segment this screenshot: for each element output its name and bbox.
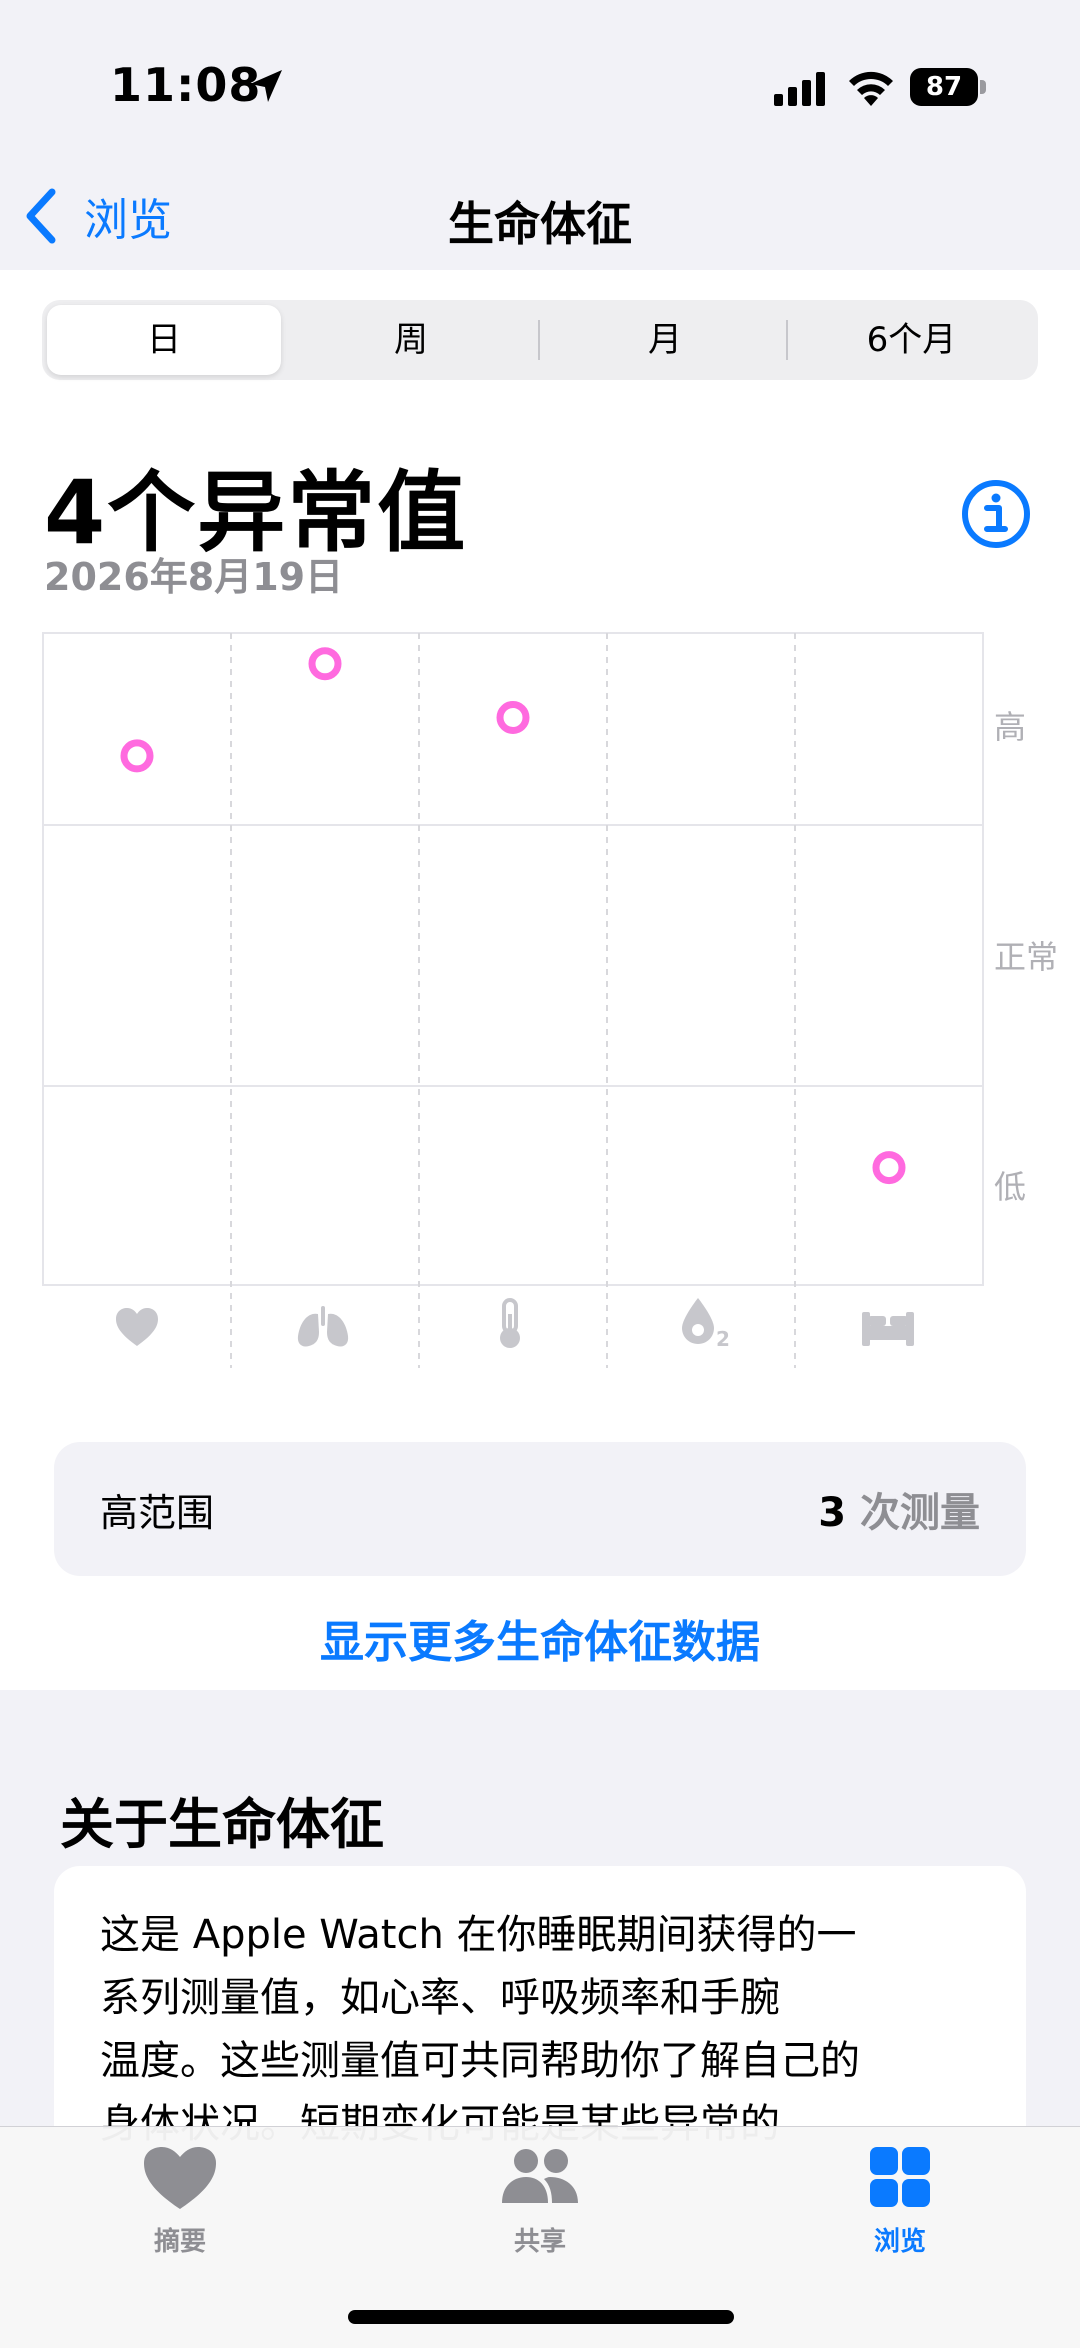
info-icon[interactable] — [960, 478, 1032, 550]
y-label-low: 低 — [994, 1168, 1026, 1206]
measurement-count: 3 次测量 — [818, 1480, 980, 1538]
wifi-icon — [849, 71, 893, 106]
battery-icon: 87 — [910, 68, 986, 106]
summary-date: 2026年8月19日 — [44, 555, 344, 599]
tab-summary[interactable]: 摘要 — [80, 2145, 280, 2258]
measurement-count-unit: 次测量 — [860, 1490, 980, 1536]
segment-month[interactable]: 月 — [542, 305, 788, 375]
about-section-title: 关于生命体征 — [60, 1793, 384, 1856]
about-line: 温度。这些测量值可共同帮助你了解自己的 — [100, 2038, 860, 2084]
tab-label: 浏览 — [873, 2227, 926, 2257]
tab-label: 共享 — [513, 2227, 566, 2257]
y-label-high: 高 — [994, 708, 1026, 746]
about-text: 这是 Apple Watch 在你睡眠期间获得的一 系列测量值，如心率、呼吸频率… — [100, 1904, 980, 2156]
about-line: 系列测量值，如心率、呼吸频率和手腕 — [100, 1975, 780, 2021]
people-icon — [502, 2149, 578, 2203]
grid-icon — [870, 2147, 930, 2207]
status-bar: 11:08 87 — [0, 0, 1080, 160]
segment-day[interactable]: 日 — [47, 305, 281, 375]
vitals-chart: 高 正常 低 2 — [42, 632, 1058, 1368]
tab-sharing[interactable]: 共享 — [440, 2145, 640, 2258]
time-range-segmented-control: 日 周 月 6个月 — [42, 300, 1038, 380]
home-indicator — [348, 2310, 734, 2324]
navigation-bar: 浏览 生命体征 — [0, 160, 1080, 270]
tab-label: 摘要 — [153, 2227, 206, 2257]
y-label-normal: 正常 — [994, 938, 1058, 976]
show-more-vitals-link[interactable]: 显示更多生命体征数据 — [0, 1606, 1080, 1670]
thermometer-icon — [500, 1298, 520, 1348]
battery-level: 87 — [910, 68, 978, 106]
location-arrow-icon — [250, 70, 282, 102]
range-label: 高范围 — [100, 1491, 215, 1535]
heart-icon — [144, 2147, 216, 2209]
high-range-card[interactable]: 高范围 3 次测量 — [54, 1442, 1026, 1576]
outlier-point-heart[interactable] — [120, 739, 154, 773]
outlier-point-thermometer[interactable] — [496, 700, 530, 734]
tab-browse[interactable]: 浏览 — [800, 2145, 1000, 2258]
lungs-icon — [297, 1306, 349, 1347]
vitals-panel: 日 周 月 6个月 4个异常值 2026年8月19日 高 正常 低 2 高范围 … — [0, 270, 1080, 1690]
bed-icon — [862, 1312, 914, 1346]
heart-icon — [116, 1308, 158, 1346]
measurement-count-value: 3 — [818, 1490, 847, 1536]
segment-6-months[interactable]: 6个月 — [790, 305, 1033, 375]
about-line: 这是 Apple Watch 在你睡眠期间获得的一 — [100, 1912, 857, 1958]
svg-text:2: 2 — [716, 1327, 730, 1351]
segment-week[interactable]: 周 — [291, 305, 531, 375]
outlier-point-lungs[interactable] — [308, 647, 342, 681]
status-time: 11:08 — [110, 58, 262, 112]
blood-oxygen-icon: 2 — [682, 1298, 730, 1351]
cellular-signal-icon — [774, 72, 825, 106]
outlier-point-bed[interactable] — [872, 1151, 906, 1185]
page-title: 生命体征 — [448, 197, 632, 251]
